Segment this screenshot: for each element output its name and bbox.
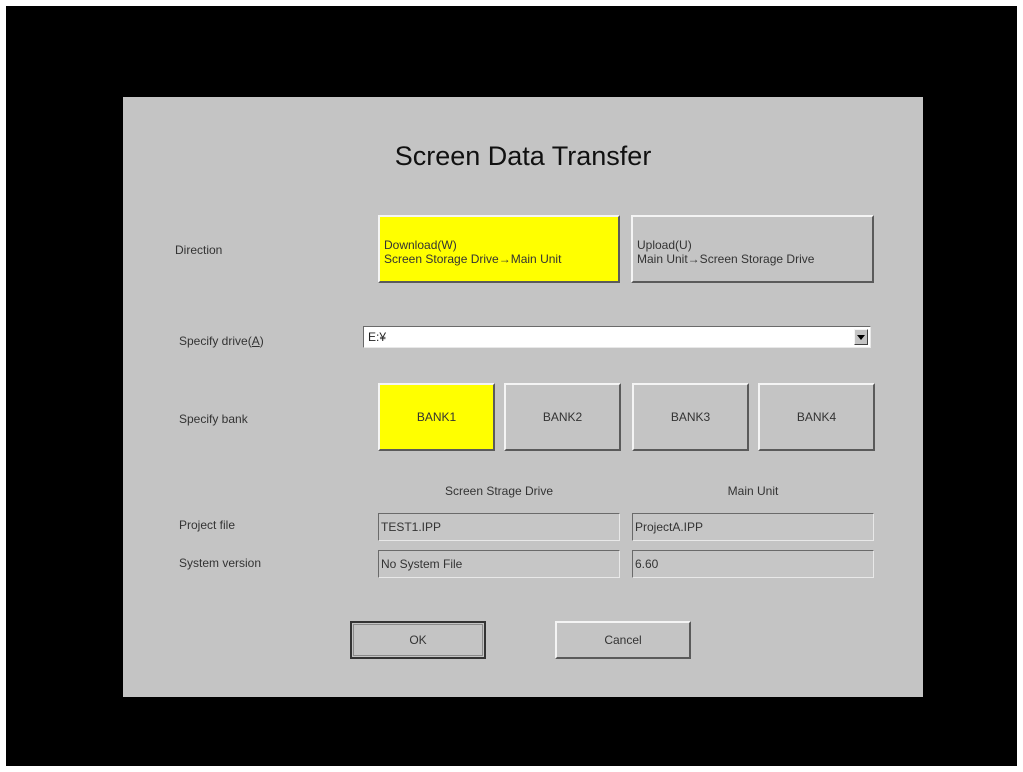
specify-drive-label: Specify drive(A) bbox=[179, 334, 264, 348]
project-file-label: Project file bbox=[179, 518, 236, 532]
screen-background: Screen Data Transfer Direction Download(… bbox=[6, 6, 1017, 766]
download-button-description: Screen Storage Drive→Main Unit bbox=[384, 252, 562, 266]
bank4-button[interactable]: BANK4 bbox=[758, 383, 875, 451]
bank3-button[interactable]: BANK3 bbox=[632, 383, 749, 451]
upload-button-title: Upload(U) bbox=[637, 238, 692, 252]
bank1-button[interactable]: BANK1 bbox=[378, 383, 495, 451]
specify-bank-label: Specify bank bbox=[179, 412, 248, 426]
dialog-title: Screen Data Transfer bbox=[394, 141, 652, 171]
screen-data-transfer-dialog: Screen Data Transfer Direction Download(… bbox=[123, 97, 923, 697]
download-button-title: Download(W) bbox=[384, 238, 457, 252]
download-button[interactable]: Download(W) Screen Storage Drive→Main Un… bbox=[378, 215, 620, 283]
drive-select[interactable]: E:¥ bbox=[363, 326, 871, 348]
cancel-button[interactable]: Cancel bbox=[555, 621, 691, 659]
project-file-screen-drive-field: TEST1.IPP bbox=[378, 513, 620, 541]
ok-button[interactable]: OK bbox=[350, 621, 486, 659]
bank2-button[interactable]: BANK2 bbox=[504, 383, 621, 451]
column-header-screen-drive: Screen Strage Drive bbox=[444, 484, 554, 498]
specify-drive-label-text: Specify drive(A) bbox=[179, 334, 264, 348]
project-file-main-unit-field: ProjectA.IPP bbox=[632, 513, 874, 541]
system-version-screen-drive-field: No System File bbox=[378, 550, 620, 578]
drive-select-value: E:¥ bbox=[368, 330, 387, 344]
chevron-down-icon[interactable] bbox=[854, 329, 868, 345]
system-version-label: System version bbox=[179, 556, 262, 570]
upload-button-description: Main Unit→Screen Storage Drive bbox=[637, 252, 815, 266]
upload-button[interactable]: Upload(U) Main Unit→Screen Storage Drive bbox=[631, 215, 874, 283]
system-version-main-unit-field: 6.60 bbox=[632, 550, 874, 578]
direction-label: Direction bbox=[175, 243, 223, 257]
column-header-main-unit: Main Unit bbox=[727, 484, 779, 498]
